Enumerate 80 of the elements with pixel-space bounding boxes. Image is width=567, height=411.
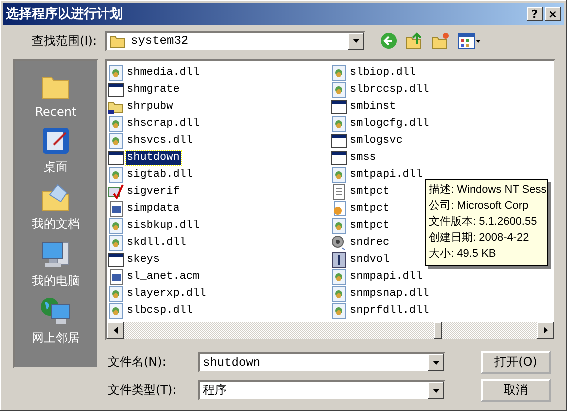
file-item[interactable]: sndvol (349, 252, 391, 266)
tooltip-line: 文件版本: 5.1.2600.55 (429, 214, 538, 230)
file-item[interactable]: smss (349, 150, 378, 164)
file-name-field[interactable]: shutdown (198, 352, 446, 373)
scroll-right-button[interactable] (537, 322, 554, 339)
dropdown-button[interactable] (348, 32, 364, 50)
horizontal-scrollbar[interactable] (107, 322, 554, 339)
dropdown-button[interactable] (428, 382, 444, 399)
window-icon (108, 150, 124, 166)
folder-icon (110, 34, 126, 48)
file-item[interactable]: sigtab.dll (126, 168, 194, 182)
help-button[interactable]: ? (527, 7, 543, 21)
file-name-label: 文件名(N): (107, 354, 168, 371)
close-button[interactable]: × (545, 7, 561, 21)
file-item[interactable]: skdll.dll (126, 236, 188, 250)
file-item[interactable]: smtpct (349, 202, 391, 216)
setup-icon (331, 200, 347, 216)
file-item[interactable]: smtpct (349, 184, 391, 198)
file-type-dropdown[interactable]: 程序 (198, 380, 446, 401)
file-item[interactable]: smlogsvc (349, 134, 404, 148)
up-folder-icon[interactable] (406, 32, 424, 50)
right-arrow-icon (544, 327, 548, 334)
checkmark-document-icon (108, 184, 124, 200)
desktop-icon (40, 125, 72, 157)
left-arrow-icon (114, 327, 118, 334)
file-item[interactable]: smbinst (349, 100, 398, 114)
window-title: 选择程序以进行计划 (6, 6, 124, 23)
file-item[interactable]: slbiop.dll (349, 66, 418, 80)
file-item[interactable]: shutdown (126, 150, 181, 164)
back-icon[interactable] (380, 32, 398, 50)
file-item[interactable]: shmgrate (126, 82, 181, 96)
view-menu-icon[interactable] (458, 32, 482, 50)
file-item[interactable]: sigverif (126, 184, 181, 198)
places-item[interactable]: Recent (35, 71, 77, 119)
file-type-label: 文件类型(T): (107, 382, 178, 399)
file-item[interactable]: skeys (126, 252, 162, 266)
file-item[interactable]: slbcsp.dll (126, 304, 194, 318)
scroll-left-button[interactable] (107, 322, 124, 339)
window-icon (331, 98, 347, 114)
window-icon (331, 150, 347, 166)
window-icon (331, 132, 347, 148)
tooltip-line: 公司: Microsoft Corp (429, 199, 530, 214)
file-item[interactable]: slbrccsp.dll (349, 82, 430, 96)
file-item[interactable]: smtpct (349, 218, 391, 232)
document-folder-icon (40, 182, 72, 214)
file-item[interactable]: sl_anet.acm (126, 270, 201, 284)
file-item[interactable]: slayerxp.dll (126, 286, 208, 300)
down-arrow-icon (432, 360, 440, 364)
down-arrow-icon (352, 39, 360, 43)
file-item[interactable]: shsvcs.dll (126, 134, 194, 148)
down-arrow-icon (432, 388, 440, 392)
file-item[interactable]: smtpapi.dll (349, 168, 424, 182)
file-item[interactable]: snmpsnap.dll (349, 286, 430, 300)
file-item[interactable]: snmpapi.dll (349, 270, 424, 284)
tooltip-line: 描述: Windows NT Sess (429, 183, 547, 198)
look-in-dropdown[interactable]: system32 (105, 30, 366, 52)
file-item[interactable]: shrpubw (126, 100, 174, 114)
places-item[interactable]: 桌面 (40, 125, 72, 176)
tooltip-line: 大小: 49.5 KB (429, 247, 498, 262)
file-item[interactable]: simpdata (126, 202, 181, 216)
file-item[interactable]: shscrap.dll (126, 116, 201, 130)
file-item[interactable]: smlogcfg.dll (349, 116, 430, 130)
window-icon (108, 82, 124, 98)
program-file-icon (108, 200, 124, 216)
dropdown-button[interactable] (428, 354, 444, 371)
places-item[interactable]: 我的电脑 (32, 239, 80, 290)
file-item[interactable]: snprfdll.dll (349, 304, 430, 318)
cancel-button[interactable]: 取消 (481, 379, 551, 402)
window-icon (108, 252, 124, 268)
look-in-label: 查找范围(I): (32, 32, 97, 50)
file-item[interactable]: sndrec (349, 236, 391, 250)
notepad-icon (331, 184, 347, 200)
tooltip-line: 创建日期: 2008-4-22 (429, 231, 530, 246)
file-item[interactable]: shmedia.dll (126, 66, 201, 80)
open-button[interactable]: 打开(O) (481, 351, 551, 374)
places-item[interactable]: 我的文档 (32, 182, 80, 233)
file-item[interactable]: sisbkup.dll (126, 218, 201, 232)
program-file-icon (108, 268, 124, 284)
scroll-thumb[interactable] (434, 322, 442, 339)
places-item[interactable]: 网上邻居 (32, 296, 80, 347)
